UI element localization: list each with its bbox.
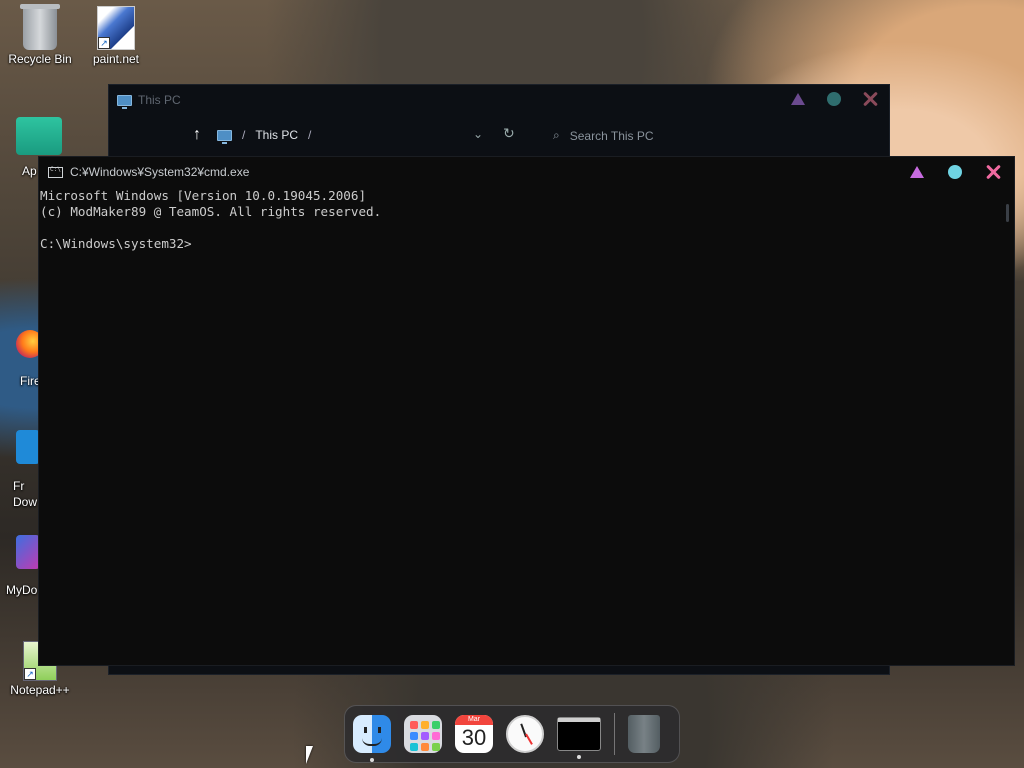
shortcut-arrow-icon: ↗ bbox=[24, 668, 36, 680]
shortcut-arrow-icon: ↗ bbox=[98, 37, 110, 49]
refresh-icon[interactable]: ↻ bbox=[503, 125, 515, 142]
mydocs-desktop-icon[interactable]: MyDo bbox=[6, 535, 40, 597]
desktop-icon-label: Notepad++ bbox=[10, 683, 70, 697]
explorer-titlebar[interactable]: This PC bbox=[109, 85, 889, 115]
breadcrumb-separator: / bbox=[242, 128, 246, 142]
cmd-icon bbox=[48, 166, 63, 178]
scrollbar-thumb[interactable] bbox=[1006, 204, 1009, 222]
minimize-button[interactable] bbox=[910, 166, 924, 178]
running-indicator bbox=[370, 758, 374, 762]
chevron-down-icon[interactable]: ⌄ bbox=[473, 127, 483, 141]
recycle-bin-icon bbox=[20, 4, 60, 50]
terminal-icon[interactable] bbox=[557, 717, 601, 759]
command-prompt-window[interactable]: C:¥Windows¥System32¥cmd.exe Microsoft Wi… bbox=[38, 156, 1015, 666]
maximize-button[interactable] bbox=[948, 165, 962, 179]
desktop-icon-label: Recycle Bin bbox=[8, 52, 72, 66]
close-button[interactable] bbox=[986, 165, 1000, 179]
minimize-button[interactable] bbox=[791, 93, 805, 105]
explorer-title: This PC bbox=[138, 93, 181, 107]
app-icon bbox=[16, 535, 40, 569]
search-icon: ⌕ bbox=[553, 128, 560, 142]
up-arrow-icon[interactable]: ↑ bbox=[193, 126, 201, 144]
desktop-icon-label: MyDo bbox=[6, 583, 38, 597]
launchpad-icon[interactable] bbox=[404, 715, 442, 753]
paintnet-icon: ↗ bbox=[97, 6, 135, 50]
maximize-button[interactable] bbox=[827, 92, 841, 106]
search-input[interactable]: ⌕ Search This PC bbox=[553, 128, 654, 143]
dock-separator bbox=[614, 713, 615, 755]
folder-icon bbox=[16, 117, 62, 155]
this-pc-icon bbox=[117, 94, 132, 109]
paintnet-desktop-icon[interactable]: ↗ paint.net bbox=[76, 0, 156, 66]
running-indicator bbox=[577, 755, 581, 759]
free-download-desktop-icon[interactable]: Fr Dow bbox=[13, 430, 40, 509]
apps-folder-desktop-icon[interactable]: Ap The bbox=[16, 117, 62, 178]
finder-icon[interactable] bbox=[353, 715, 391, 762]
this-pc-icon bbox=[217, 129, 232, 144]
download-manager-icon bbox=[16, 430, 40, 464]
calendar-icon[interactable]: Mar 30 bbox=[455, 715, 493, 753]
cmd-title: C:¥Windows¥System32¥cmd.exe bbox=[70, 165, 250, 179]
explorer-window-controls bbox=[791, 92, 877, 106]
cmd-titlebar[interactable]: C:¥Windows¥System32¥cmd.exe bbox=[39, 157, 1014, 187]
search-placeholder: Search This PC bbox=[569, 128, 654, 143]
mouse-cursor-icon bbox=[306, 746, 313, 764]
dock: Mar 30 bbox=[344, 705, 680, 763]
explorer-address-bar: ↑ / This PC / ⌄ ↻ ⌕ Search This PC bbox=[109, 115, 889, 155]
breadcrumb: / This PC / bbox=[217, 128, 312, 144]
breadcrumb-this-pc[interactable]: This PC bbox=[255, 128, 298, 142]
calendar-month: Mar bbox=[455, 715, 493, 725]
console-output[interactable]: Microsoft Windows [Version 10.0.19045.20… bbox=[39, 187, 1014, 252]
recycle-bin-desktop-icon[interactable]: Recycle Bin bbox=[0, 0, 80, 66]
cmd-window-controls bbox=[910, 165, 1000, 179]
breadcrumb-separator: / bbox=[308, 128, 312, 142]
clock-icon[interactable] bbox=[506, 715, 544, 753]
trash-icon[interactable] bbox=[628, 715, 660, 753]
calendar-day: 30 bbox=[461, 725, 487, 750]
close-button[interactable] bbox=[863, 92, 877, 106]
desktop-icon-label: paint.net bbox=[92, 52, 140, 66]
